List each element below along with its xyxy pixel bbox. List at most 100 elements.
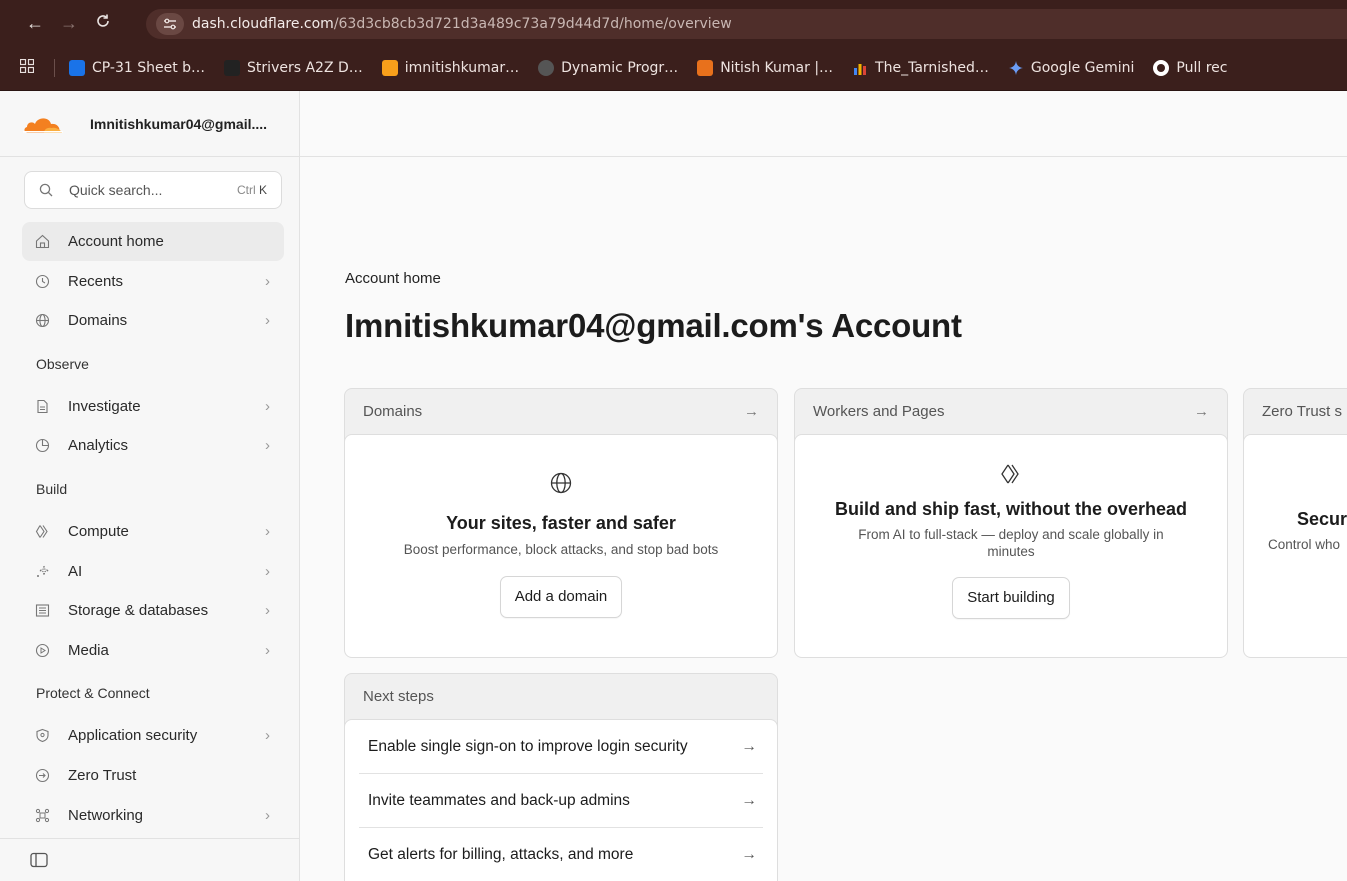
sidebar-item-storage-databases[interactable]: Storage & databases › [22, 591, 284, 630]
sidebar-item-networking[interactable]: Networking › [22, 796, 284, 835]
bookmark-label: The_Tarnished… [875, 60, 989, 76]
arrow-right-icon: → [1194, 403, 1209, 420]
site-info-icon[interactable] [156, 13, 184, 35]
workers-card-body: Build and ship fast, without the overhea… [795, 434, 1227, 657]
bookmark-item[interactable]: imnitishkumar… [381, 60, 520, 76]
sidebar-item-domains[interactable]: Domains › [22, 301, 284, 340]
card-title: Zero Trust s [1262, 403, 1343, 420]
zero-trust-card-desc: Control who [1268, 537, 1341, 552]
sidebar-item-label: Domains [68, 312, 128, 330]
breadcrumb: Account home [345, 270, 441, 287]
bookmark-label: imnitishkumar… [404, 60, 520, 76]
sidebar-item-media[interactable]: Media › [22, 631, 284, 670]
next-steps-card: Next steps Enable single sign-on to impr… [344, 673, 778, 881]
sidebar-item-investigate[interactable]: Investigate › [22, 387, 284, 426]
chevron-right-icon: › [265, 727, 270, 745]
bookmark-item[interactable]: Dynamic Progr… [538, 60, 678, 76]
reload-button[interactable] [86, 13, 120, 34]
bookmark-item[interactable]: The_Tarnished… [852, 60, 989, 76]
sidebar-item-label: Storage & databases [68, 602, 209, 620]
history-icon [34, 273, 50, 289]
network-icon [34, 807, 50, 823]
zero-trust-card: Zero Trust s Secur Control who [1243, 388, 1347, 658]
sidebar-item-zero-trust[interactable]: Zero Trust [22, 756, 284, 795]
sidebar-item-recents[interactable]: Recents › [22, 262, 284, 301]
bookmark-item[interactable]: CP-31 Sheet b… [69, 60, 205, 76]
globe-icon [538, 60, 555, 76]
search-icon [39, 183, 53, 197]
forward-button[interactable]: → [52, 13, 86, 34]
sidebar-section-protect-connect: Protect & Connect [36, 685, 150, 702]
add-domain-button[interactable]: Add a domain [499, 576, 623, 618]
bookmark-label: Pull rec [1176, 60, 1228, 76]
chevron-right-icon: › [265, 641, 270, 659]
bookmark-item[interactable]: Pull rec [1153, 60, 1227, 76]
compute-icon [1001, 464, 1019, 484]
sidebar-item-label: Media [68, 641, 109, 659]
next-steps-header: Next steps [345, 674, 777, 719]
cp31-icon [69, 60, 85, 76]
arrow-right-icon: → [741, 846, 758, 863]
next-step-item[interactable]: Invite teammates and back-up admins → [359, 774, 763, 828]
cloudflare-logo-icon [23, 117, 63, 133]
sidebar-item-ai[interactable]: AI › [22, 552, 284, 591]
workers-card-header[interactable]: Workers and Pages → [795, 389, 1227, 434]
start-building-button[interactable]: Start building [952, 577, 1070, 619]
leetcode-icon [381, 60, 398, 76]
search-placeholder: Quick search... [69, 182, 163, 198]
sidebar-item-account-home[interactable]: Account home [22, 222, 284, 261]
bookmarks-bar: CP-31 Sheet b… Strivers A2Z D… imnitishkum… [0, 46, 1347, 91]
zero-trust-card-header[interactable]: Zero Trust s [1244, 389, 1347, 434]
address-bar[interactable]: dash.cloudflare.com/63d3cb8cb3d721d3a489… [146, 9, 1347, 39]
arrow-right-icon: → [741, 791, 758, 809]
document-icon [34, 398, 50, 414]
zero-trust-card-body: Secur Control who [1244, 434, 1347, 657]
arrow-right-icon: → [741, 737, 758, 755]
url-text: dash.cloudflare.com/63d3cb8cb3d721d3a489… [192, 16, 732, 32]
bookmark-item[interactable]: Google Gemini [1008, 60, 1134, 76]
sidebar: Imnitishkumar04@gmail.... Quick search..… [0, 91, 300, 881]
sidebar-item-label: Analytics [68, 437, 129, 455]
sidebar-item-analytics[interactable]: Analytics › [22, 426, 284, 465]
apps-grid-icon[interactable] [19, 58, 40, 78]
bookmark-item[interactable]: Nitish Kumar |… [697, 60, 833, 76]
bar-chart-icon [852, 60, 868, 76]
sidebar-item-label: Application security [68, 727, 198, 745]
bookmark-label: CP-31 Sheet b… [92, 60, 206, 76]
next-step-item[interactable]: Enable single sign-on to improve login s… [359, 720, 763, 774]
bookmark-label: Strivers A2Z D… [247, 60, 363, 76]
zero-trust-icon [34, 767, 50, 783]
quick-search-input[interactable]: Quick search... Ctrl K [24, 171, 282, 209]
domains-card-header[interactable]: Domains → [345, 389, 777, 434]
domains-card: Domains → Your sites, faster and safer B… [344, 388, 778, 658]
sidebar-toggle-icon [30, 852, 48, 868]
sidebar-item-compute[interactable]: Compute › [22, 512, 284, 551]
card-title: Domains [363, 403, 423, 420]
sidebar-collapse-button[interactable] [0, 838, 299, 881]
chevron-right-icon: › [265, 312, 270, 330]
chevron-right-icon: › [265, 437, 270, 455]
sidebar-item-application-security[interactable]: Application security › [22, 716, 284, 755]
card-title: Workers and Pages [813, 403, 945, 420]
browser-toolbar: ← → dash.cloudflare.com/63d3cb8cb3d721d3… [0, 0, 1347, 46]
next-step-label: Invite teammates and back-up admins [368, 791, 630, 809]
sidebar-item-label: Compute [68, 522, 129, 540]
globe-icon [34, 313, 50, 329]
next-step-item[interactable]: Get alerts for billing, attacks, and mor… [359, 828, 763, 881]
bookmarks-divider [54, 59, 55, 77]
sidebar-item-label: AI [68, 562, 83, 580]
arrow-right-icon: → [744, 403, 759, 420]
back-button[interactable]: ← [18, 13, 52, 34]
workers-card-desc: From AI to full-stack — deploy and scale… [858, 527, 1164, 559]
bookmark-label: Dynamic Progr… [561, 60, 679, 76]
shield-icon [34, 728, 50, 744]
account-switcher[interactable]: Imnitishkumar04@gmail.... [0, 91, 299, 157]
sparkle-icon [34, 563, 50, 579]
sidebar-item-label: Investigate [68, 397, 141, 415]
card-title: Next steps [363, 688, 434, 705]
account-name: Imnitishkumar04@gmail.... [90, 115, 268, 132]
sidebar-section-build: Build [36, 480, 68, 497]
bookmark-item[interactable]: Strivers A2Z D… [224, 60, 363, 76]
sidebar-item-label: Account home [68, 233, 164, 250]
chevron-right-icon: › [265, 397, 270, 415]
